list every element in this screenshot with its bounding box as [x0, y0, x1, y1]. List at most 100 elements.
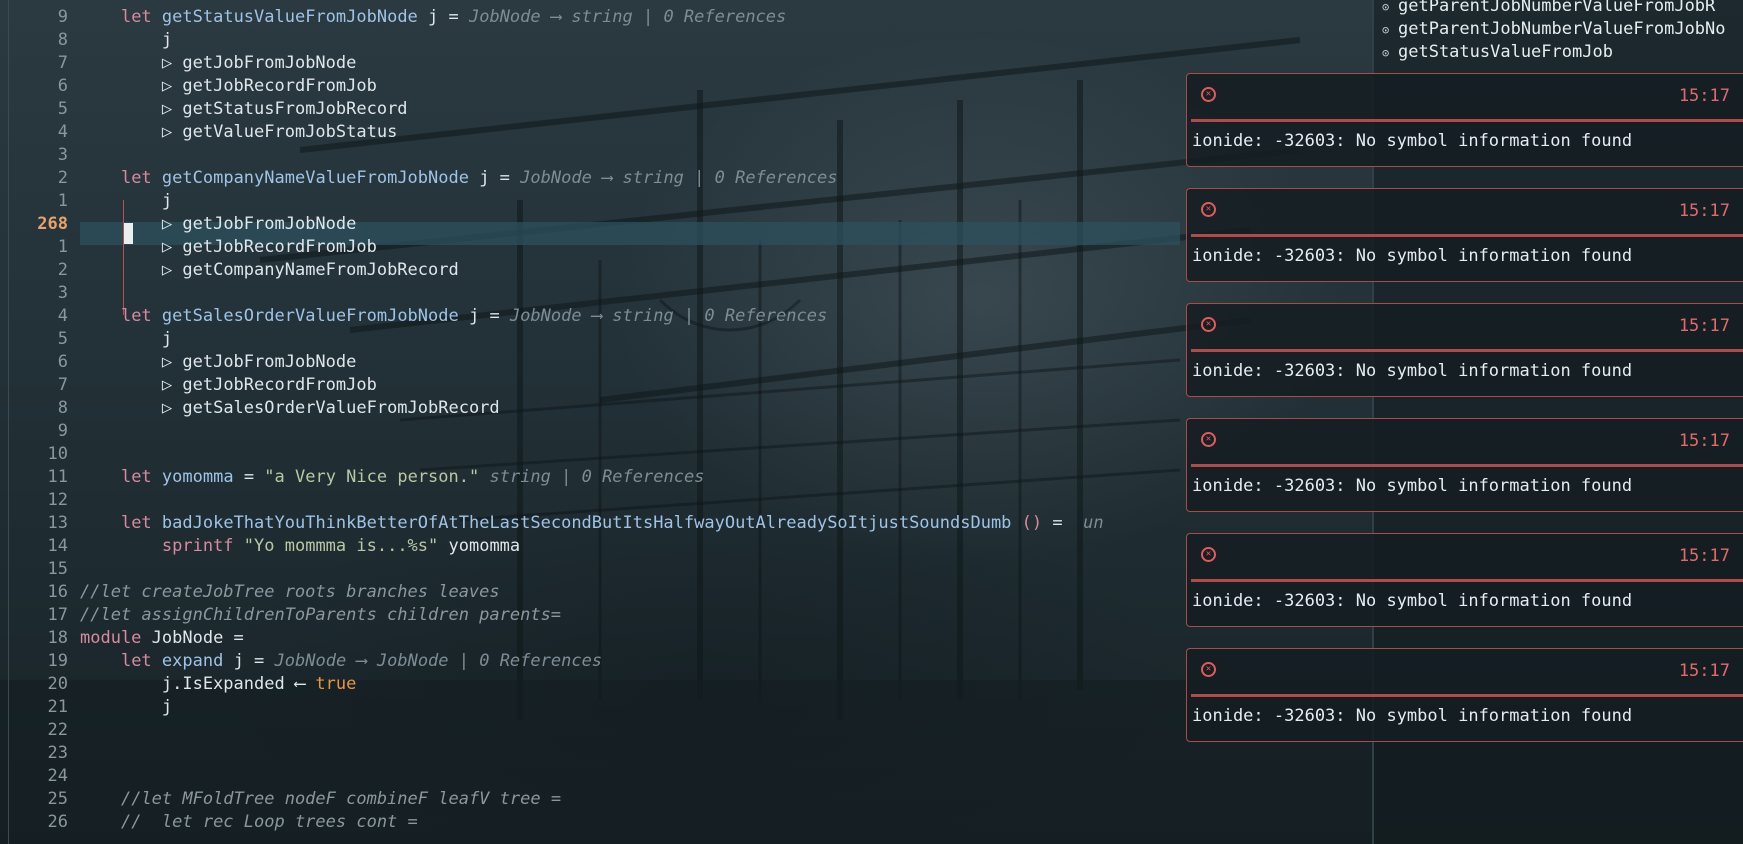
pipe-triangle-icon: ▷ [161, 99, 173, 119]
code-text: j [80, 328, 172, 351]
code-text: let expand j = JobNode ⟶ JobNode | 0 Ref… [80, 650, 602, 673]
code-text: let yomomma = "a Very Nice person." stri… [80, 466, 704, 489]
code-text: ▷ getCompanyNameFromJobRecord [80, 259, 459, 282]
pipe-triangle-icon: ▷ [161, 260, 173, 280]
code-token: getSalesOrderValueFromJobNode [161, 306, 459, 326]
error-notification[interactable]: ✕ 15:17 ionide: -32603: No symbol informat… [1186, 73, 1743, 167]
code-token: // let rec Loop trees cont = [120, 812, 418, 832]
line-number: 7 [57, 375, 68, 395]
code-text: ▷ getValueFromJobStatus [80, 121, 397, 144]
line-number: 25 [47, 789, 68, 809]
code-token: getJobFromJobNode [172, 214, 357, 234]
notification-time: 15:17 [1678, 86, 1730, 106]
line-number: 26 [47, 812, 68, 832]
code-text: ▷ getJobFromJobNode [80, 52, 356, 75]
pipe-triangle-icon: ▷ [161, 214, 173, 234]
outline-item[interactable]: ⊙ getParentJobNumberValueFromJobNo [1382, 18, 1726, 41]
error-icon[interactable]: ✕ [1201, 432, 1216, 447]
error-icon[interactable]: ✕ [1201, 662, 1216, 677]
code-editor[interactable]: 10 9 let getStatusValueFromJobNode j = Jo… [0, 0, 1180, 844]
line-number: 17 [47, 605, 68, 625]
error-icon[interactable]: ✕ [1201, 202, 1216, 217]
error-notification[interactable]: ✕ 15:17 ionide: -32603: No symbol informat… [1186, 648, 1743, 742]
code-token: sprintf [161, 536, 234, 556]
error-notification[interactable]: ✕ 15:17 ionide: -32603: No symbol informat… [1186, 188, 1743, 282]
line-number: 6 [57, 352, 68, 372]
outline-item-label: getParentJobNumberValueFromJobR [1398, 0, 1716, 16]
code-token: "Yo mommma is...%s" [243, 536, 439, 556]
line-number: 18 [47, 628, 68, 648]
line-number: 5 [57, 99, 68, 119]
error-notification[interactable]: ✕ 15:17 ionide: -32603: No symbol informat… [1186, 418, 1743, 512]
code-token: getStatusFromJobRecord [172, 99, 408, 119]
error-icon[interactable]: ✕ [1201, 547, 1216, 562]
code-text: ▷ getJobFromJobNode [80, 213, 356, 236]
notification-message: ionide: -32603: No symbol information fo… [1192, 476, 1633, 496]
code-token: getCompanyNameValueFromJobNode [161, 168, 469, 188]
code-token: () [1021, 513, 1043, 533]
error-notification[interactable]: ✕ 15:17 ionide: -32603: No symbol informat… [1186, 303, 1743, 397]
line-number: 5 [57, 329, 68, 349]
type-hint: JobNode ⟶ string | 0 References [520, 168, 838, 188]
line-number: 4 [57, 306, 68, 326]
outline-item[interactable]: ⊙ getParentJobNumberValueFromJobR [1382, 0, 1715, 18]
code-token: JobNode = [141, 628, 244, 648]
code-text: j.IsExpanded ⟵ true [80, 673, 356, 696]
code-token: j [80, 191, 173, 211]
code-token: j [80, 697, 173, 717]
type-hint: JobNode ⟶ string | 0 References [509, 306, 828, 326]
line-number: 23 [47, 743, 68, 763]
code-token: getJobRecordFromJob [172, 237, 377, 257]
line-number: 1 [57, 191, 68, 211]
line-number: 21 [47, 697, 68, 717]
code-token: getSalesOrderValueFromJobRecord [172, 398, 500, 418]
notification-divider [1191, 694, 1743, 697]
error-notification[interactable]: ✕ 15:17 ionide: -32603: No symbol informat… [1186, 533, 1743, 627]
outline-item-label: getStatusValueFromJob [1398, 42, 1613, 62]
code-text: j [80, 696, 172, 719]
code-text: ▷ getSalesOrderValueFromJobRecord [80, 397, 500, 420]
code-text: j [80, 29, 172, 52]
pipe-triangle-icon: ▷ [161, 76, 173, 96]
code-token: getValueFromJobStatus [172, 122, 398, 142]
notification-time: 15:17 [1678, 661, 1730, 681]
line-number: 2 [57, 168, 68, 188]
error-icon[interactable]: ✕ [1201, 317, 1216, 332]
line-number: 4 [57, 122, 68, 142]
code-token: let [120, 306, 152, 326]
code-token: true [315, 674, 357, 694]
notification-divider [1191, 349, 1743, 352]
notification-message: ionide: -32603: No symbol information fo… [1192, 246, 1633, 266]
code-token: getCompanyNameFromJobRecord [172, 260, 459, 280]
line-number: 1 [57, 237, 68, 257]
code-token: //let assignChildrenToParents children p… [80, 605, 562, 625]
notification-message: ionide: -32603: No symbol information fo… [1192, 361, 1633, 381]
error-icon[interactable]: ✕ [1201, 87, 1216, 102]
line-number: 16 [47, 582, 68, 602]
code-token: yomomma [161, 467, 234, 487]
code-token: j = [468, 168, 521, 188]
line-number: 15 [47, 559, 68, 579]
line-number: 22 [47, 720, 68, 740]
outline-item[interactable]: ⊙ getStatusValueFromJob [1382, 41, 1613, 64]
line-number: 14 [47, 536, 68, 556]
